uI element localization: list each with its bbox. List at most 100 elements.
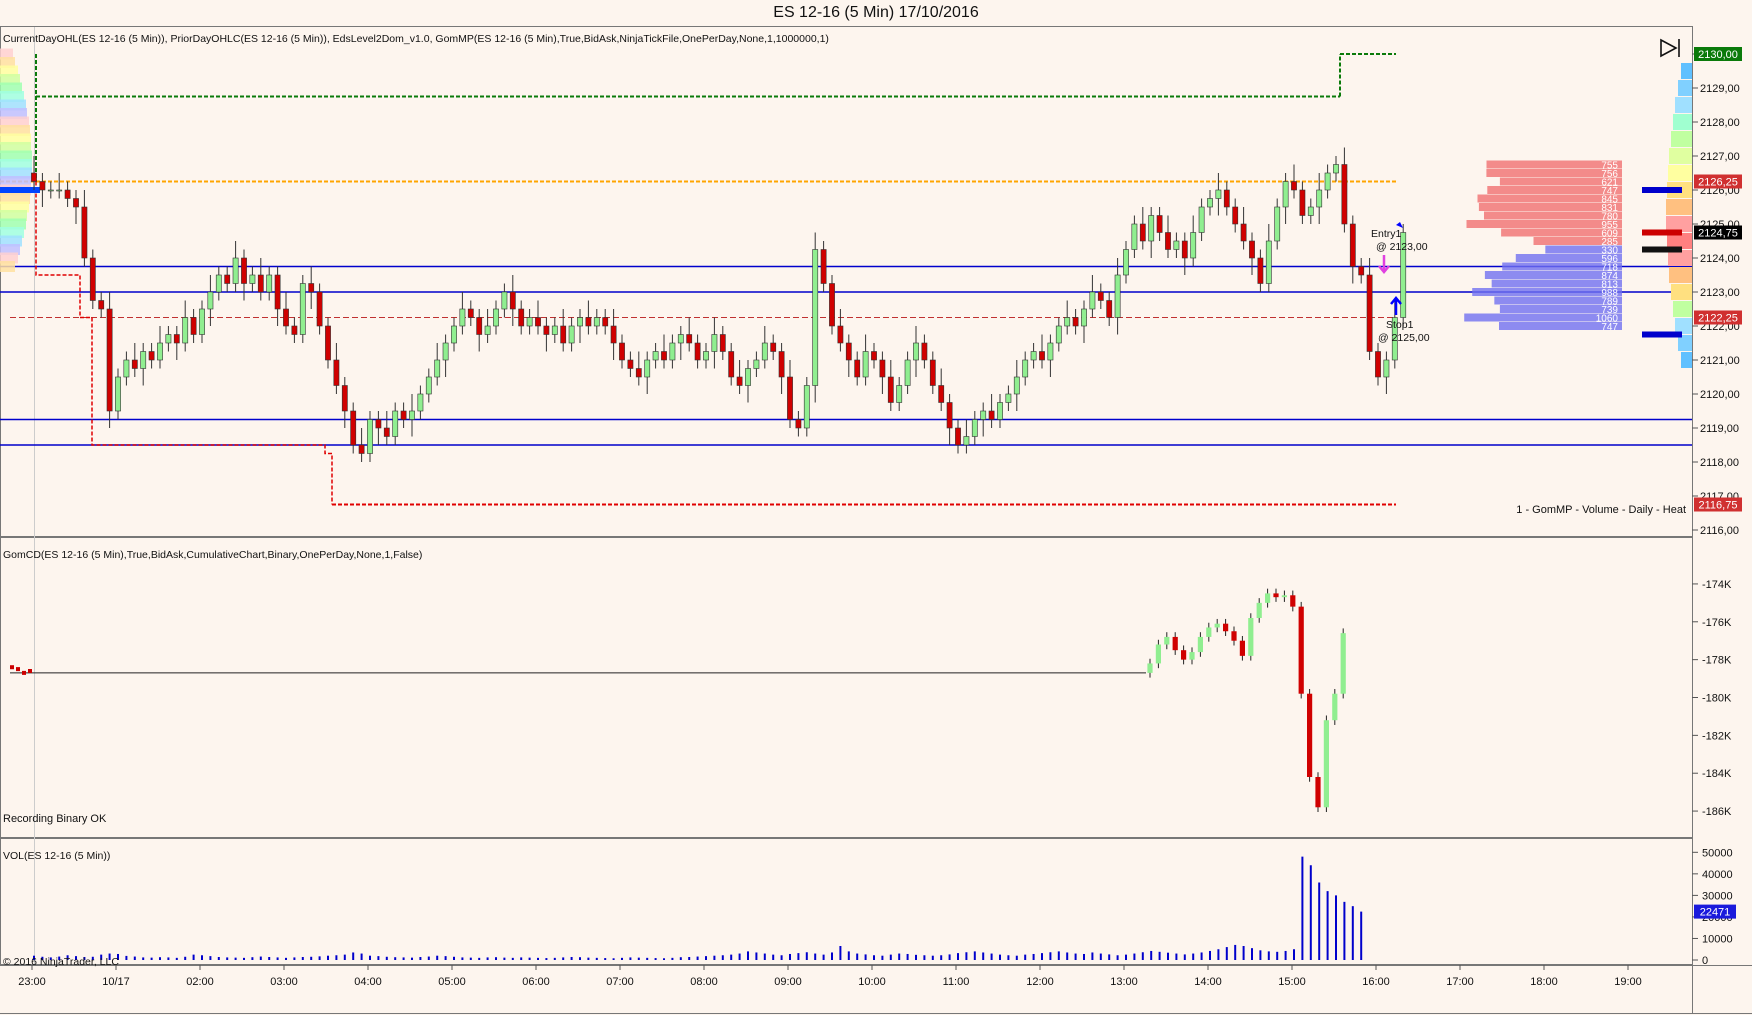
up-candle [451, 325, 457, 344]
up-candle [442, 342, 449, 361]
down-candle [543, 325, 550, 335]
up-candle [47, 189, 54, 192]
down-candle [257, 274, 264, 293]
skip-to-end-icon[interactable] [1660, 38, 1680, 58]
down-candle [1072, 317, 1079, 327]
down-candle [829, 283, 835, 327]
time-axis-label: 12:00 [1026, 976, 1054, 988]
up-candle [971, 419, 978, 437]
down-candle [241, 257, 247, 284]
up-candle [963, 436, 970, 446]
up-candle [593, 317, 600, 327]
up-candle [761, 342, 768, 361]
copyright-label: © 2016 NinjaTrader, LLC [3, 956, 119, 968]
up-candle [392, 410, 399, 437]
up-candle [266, 274, 273, 293]
down-candle [64, 189, 71, 199]
time-axis-label: 07:00 [606, 976, 634, 988]
up-candle [493, 308, 499, 327]
volume-axis-label: 10000 [1702, 933, 1733, 945]
down-candle [1291, 181, 1297, 191]
delta-down-candle [1298, 606, 1304, 694]
up-candle [157, 342, 163, 361]
down-candle [879, 359, 886, 378]
up-candle [215, 274, 222, 293]
down-candle [81, 206, 88, 259]
up-candle [652, 351, 659, 361]
dom-side-marker [1642, 187, 1682, 193]
down-candle [929, 359, 936, 386]
up-candle [677, 334, 684, 344]
delta-down-candle [1181, 650, 1187, 660]
down-candle [173, 334, 180, 344]
delta-down-candle [1172, 636, 1178, 651]
down-candle [661, 351, 667, 361]
up-candle [745, 368, 751, 386]
up-candle [1324, 172, 1331, 191]
down-candle [627, 359, 634, 369]
up-candle [997, 402, 1003, 420]
up-candle [1013, 376, 1020, 395]
delta-down-candle [1290, 595, 1296, 607]
down-candle [73, 198, 79, 208]
time-axis-label: 05:00 [438, 976, 466, 988]
dom-heat-bar [1669, 267, 1692, 283]
up-candle [140, 351, 147, 369]
up-candle [551, 325, 558, 335]
down-candle [787, 376, 793, 420]
stop-label: Stop1 [1386, 319, 1414, 331]
price-indicator-label: CurrentDayOHL(ES 12-16 (5 Min)), PriorDa… [3, 33, 829, 45]
price-badge-label: 2126,25 [1698, 177, 1738, 189]
up-candle [1064, 317, 1071, 327]
down-candle [98, 300, 105, 310]
volume-badge-label: 22471 [1700, 907, 1731, 919]
down-candle [31, 172, 37, 182]
delta-up-candle [1197, 636, 1203, 653]
down-candle [845, 342, 852, 361]
price-axis-label: 2119,00 [1700, 423, 1739, 435]
dom-heat-bar [1681, 63, 1692, 79]
price-axis-label: 2129,00 [1700, 83, 1740, 95]
up-candle [1215, 189, 1222, 199]
stop-price: @ 2125,00 [1378, 332, 1430, 344]
dom-side-marker [1642, 331, 1682, 338]
up-candle [812, 249, 819, 386]
up-candle [232, 257, 239, 284]
up-candle [1198, 206, 1205, 233]
dom-bid-value: 747 [1601, 322, 1618, 333]
delta-early-mark [28, 669, 32, 673]
price-axis-label: 2123,00 [1700, 287, 1740, 299]
down-candle [1375, 351, 1381, 378]
entry-arrow-icon [1378, 255, 1390, 274]
up-candle [299, 283, 306, 335]
delta-axis-label: -174K [1702, 579, 1732, 591]
down-candle [560, 325, 567, 344]
down-candle [308, 283, 315, 293]
delta-axis-label: -186K [1702, 806, 1732, 818]
delta-down-candle [1273, 593, 1279, 598]
delta-down-candle [1307, 693, 1313, 777]
dom-heat-bar [1681, 352, 1692, 368]
chart-canvas[interactable]: 7557566217478458317809556092853305967188… [0, 26, 1752, 1015]
down-candle [728, 351, 735, 378]
price-badge-label: 2130,00 [1698, 49, 1738, 61]
down-candle [509, 291, 516, 310]
delta-up-candle [1340, 633, 1346, 694]
dom-heat-bar [1671, 284, 1692, 300]
price-axis-label: 2128,00 [1700, 117, 1740, 129]
delta-up-candle [1147, 663, 1153, 673]
up-candle [434, 359, 441, 378]
up-candle [1123, 249, 1129, 276]
up-candle [459, 308, 466, 327]
up-candle [669, 342, 676, 361]
down-candle [1257, 257, 1264, 284]
up-candle [1316, 189, 1323, 208]
up-candle [199, 308, 205, 335]
down-candle [694, 342, 701, 361]
down-candle [375, 419, 382, 429]
delta-down-candle [1239, 640, 1245, 656]
dom-heat-bar [1666, 199, 1692, 215]
volume-axis-label: 50000 [1702, 847, 1733, 859]
dom-bid-bar [1472, 288, 1622, 296]
down-candle [871, 351, 877, 361]
